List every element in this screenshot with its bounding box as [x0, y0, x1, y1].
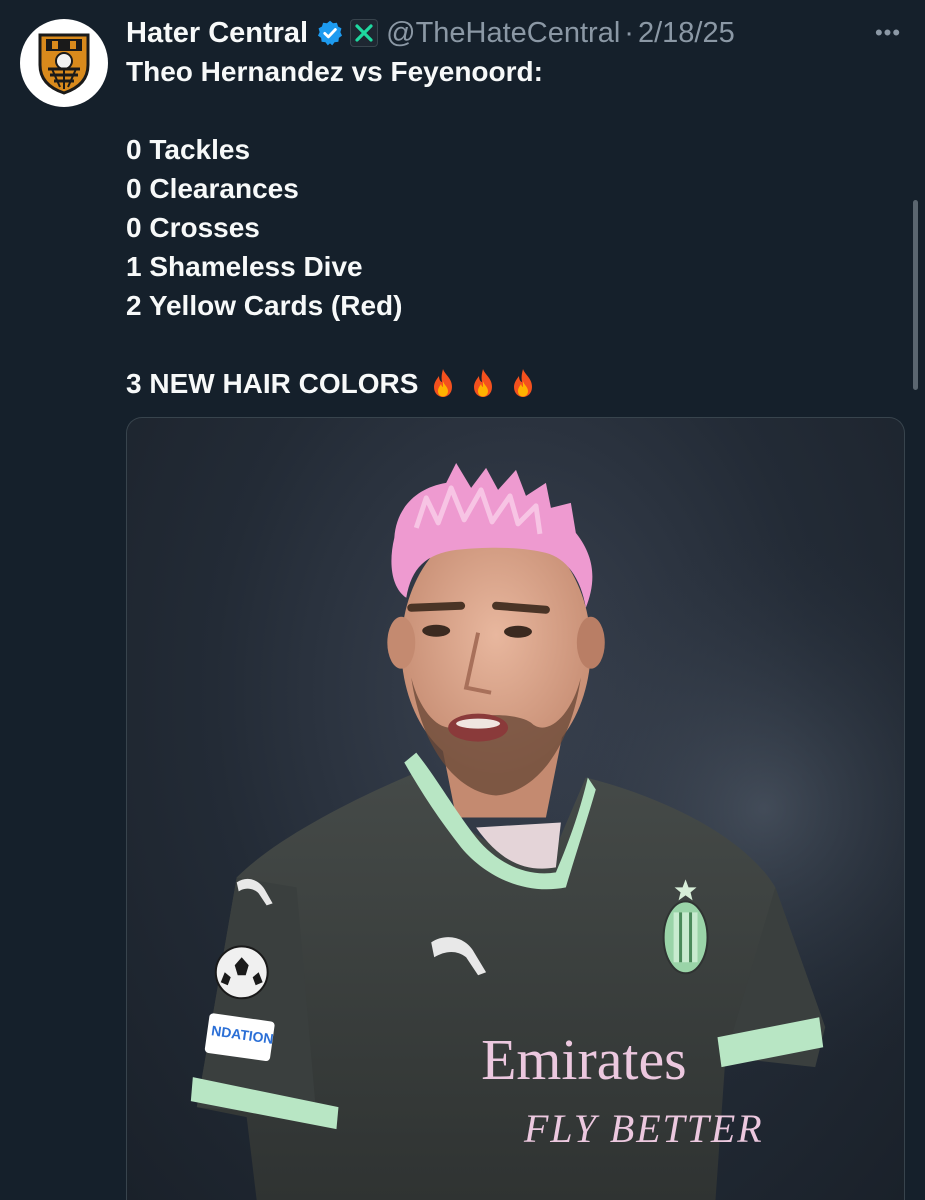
shirt-sponsor: Emirates: [481, 1027, 687, 1092]
more-options-button[interactable]: •••: [870, 18, 906, 48]
tweet-line-hair: 3 NEW HAIR COLORS: [126, 364, 543, 403]
tweet-line: 0 Clearances: [126, 173, 299, 204]
fire-icon: [508, 367, 538, 399]
affiliate-x-badge-icon[interactable]: [350, 19, 379, 47]
author-handle[interactable]: @TheHateCentral: [386, 17, 620, 50]
avatar[interactable]: [20, 19, 108, 107]
tweet-text: Theo Hernandez vs Feyenoord: 0 Tackles 0…: [126, 52, 543, 403]
hair-colors-text: 3 NEW HAIR COLORS: [126, 368, 419, 399]
tweet-line: 1 Shameless Dive: [126, 251, 363, 282]
shirt-sponsor-tagline: FLY BETTER: [523, 1106, 764, 1151]
fire-icon: [468, 367, 498, 399]
tweet-line: 2 Yellow Cards (Red): [126, 290, 403, 321]
tweet-line: 0 Crosses: [126, 212, 260, 243]
author-name[interactable]: Hater Central: [126, 17, 308, 50]
fire-icon: [428, 367, 458, 399]
tweet-date[interactable]: 2/18/25: [638, 17, 735, 50]
scrollbar-thumb[interactable]: [913, 200, 918, 390]
tweet-header: Hater Central @TheHateCentral · 2/18/25: [126, 14, 735, 52]
tweet-photo[interactable]: NDATION Emirates FLY BETTER: [126, 417, 905, 1200]
tweet-line: 0 Tackles: [126, 134, 251, 165]
player-illustration: NDATION Emirates FLY BETTER: [127, 418, 904, 1200]
hater-central-logo-icon: [38, 33, 90, 95]
separator-dot: ·: [624, 16, 634, 49]
verified-badge-icon[interactable]: [316, 19, 344, 47]
tweet-line: Theo Hernandez vs Feyenoord:: [126, 56, 543, 87]
tweet[interactable]: Hater Central @TheHateCentral · 2/18/25 …: [0, 0, 925, 1200]
